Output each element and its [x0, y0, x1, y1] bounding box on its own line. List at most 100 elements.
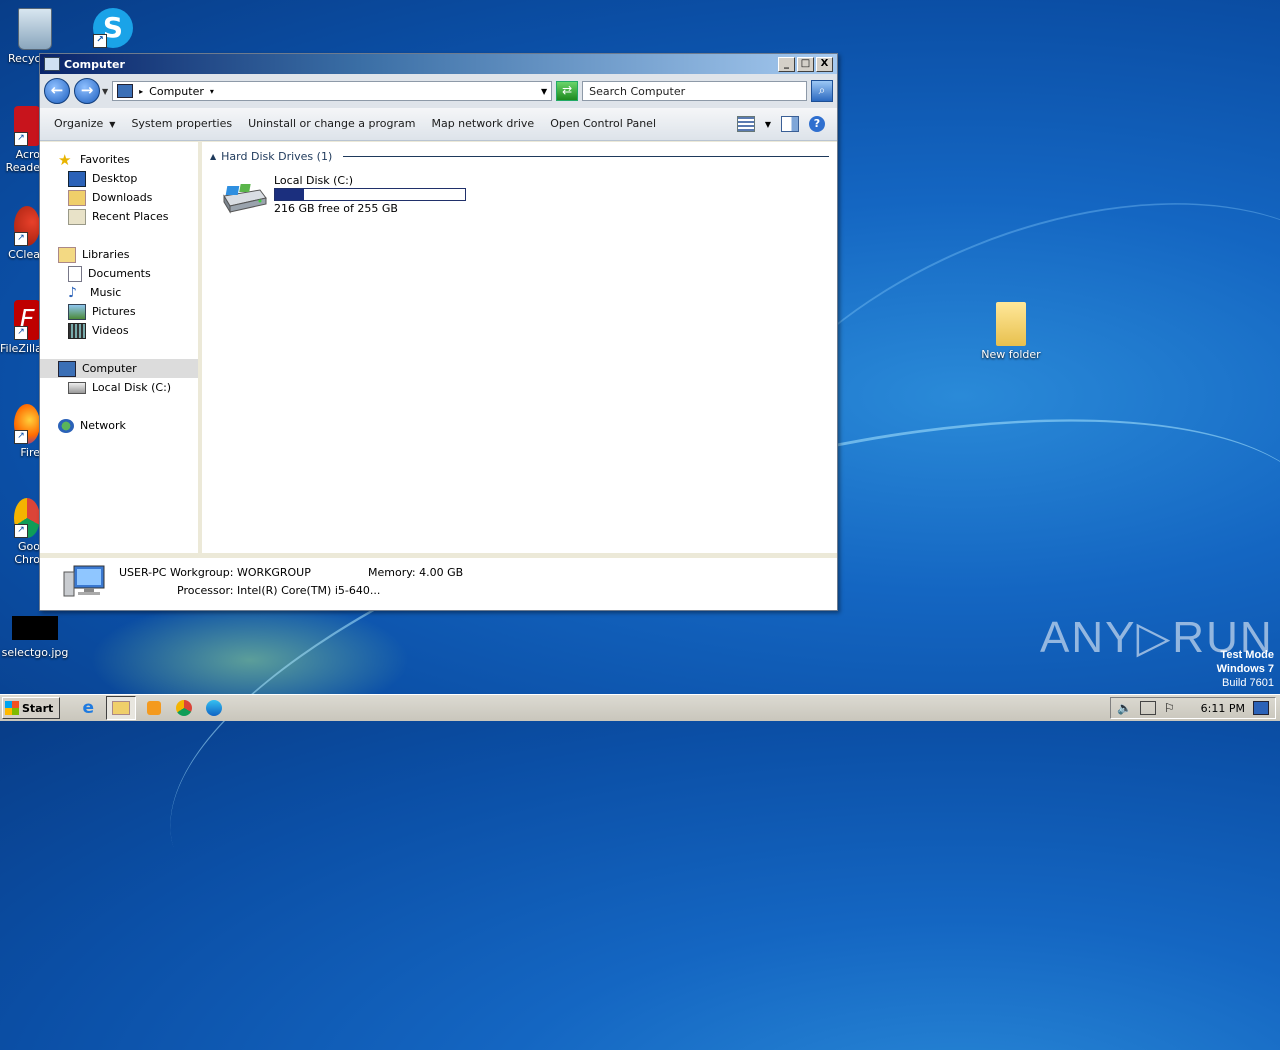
desktop-icon-acrobat[interactable]: ↗ Acro Reade [0, 106, 40, 174]
shortcut-arrow-icon: ↗ [14, 132, 28, 146]
desktop-icon-filezilla[interactable]: F ↗ FileZilla [0, 300, 42, 355]
nav-pictures[interactable]: Pictures [40, 302, 198, 321]
help-icon[interactable]: ? [809, 116, 825, 132]
documents-icon [68, 265, 82, 282]
breadcrumb-chevron-icon[interactable]: ▾ [210, 87, 214, 96]
taskbar: Start e 🔈 ⚐ 6:11 PM [0, 694, 1280, 721]
search-icon[interactable]: ⌕ [811, 80, 833, 102]
clock[interactable]: 6:11 PM [1183, 702, 1245, 715]
drive-name: Local Disk (C:) [274, 174, 354, 187]
drive-item-local-disk[interactable]: Local Disk (C:) 216 GB free of 255 GB [220, 174, 466, 216]
computer-icon [44, 57, 60, 71]
recycle-bin-icon [18, 8, 52, 50]
close-button[interactable]: X [816, 56, 833, 72]
test-mode-label: Test Mode [1220, 649, 1274, 661]
nav-local-disk[interactable]: Local Disk (C:) [40, 378, 198, 397]
maximize-button[interactable]: □ [797, 56, 814, 72]
back-button[interactable]: ← [44, 78, 70, 104]
content-pane: ▲ Hard Disk Drives (1) Local Disk (C:) 2… [202, 142, 837, 553]
videos-icon [68, 322, 86, 339]
memory-info: Memory: 4.00 GB [368, 566, 464, 579]
nav-music[interactable]: ♪ Music [40, 283, 198, 302]
breadcrumb-computer[interactable]: Computer [149, 85, 204, 98]
search-input[interactable]: Search Computer [582, 81, 807, 101]
group-header-hard-disk-drives[interactable]: ▲ Hard Disk Drives (1) [210, 150, 829, 163]
address-bar[interactable]: ▸ Computer ▾ ▼ [112, 81, 553, 101]
drive-free-space: 216 GB free of 255 GB [274, 202, 398, 215]
view-options-chevron-icon[interactable]: ▼ [765, 120, 771, 129]
image-file-icon [12, 616, 58, 640]
nav-recent-places[interactable]: Recent Places [40, 207, 198, 226]
network-status-icon[interactable] [1139, 701, 1156, 715]
minimize-button[interactable]: _ [778, 56, 795, 72]
nav-favorites[interactable]: ★ Favorites [40, 150, 198, 169]
map-network-drive-button[interactable]: Map network drive [423, 108, 542, 140]
breadcrumb-chevron-icon[interactable]: ▸ [139, 87, 143, 96]
recent-pages-chevron-icon[interactable]: ▼ [102, 87, 108, 96]
skype-icon: S ↗ [93, 8, 133, 48]
os-label: Windows 7 [1216, 663, 1274, 675]
taskbar-media-player-icon[interactable] [142, 697, 166, 719]
desktop-icon-ccleaner[interactable]: ↗ CClea [0, 206, 40, 261]
nav-libraries[interactable]: Libraries [40, 245, 198, 264]
test-mode-notice: Test Mode Windows 7 Build 7601 [1217, 648, 1274, 690]
address-dropdown-icon[interactable]: ▼ [541, 87, 547, 96]
desktop-icon-selectgo[interactable]: selectgo.jpg [0, 616, 70, 659]
shortcut-arrow-icon: ↗ [93, 34, 107, 48]
collapse-chevron-icon[interactable]: ▲ [210, 152, 216, 161]
hard-drive-icon [220, 182, 268, 216]
desktop-icon-new-folder[interactable]: New folder [976, 302, 1046, 361]
recent-places-icon [68, 208, 86, 225]
address-row: ← → ▼ ▸ Computer ▾ ▼ ⇄ Search Computer ⌕ [40, 74, 837, 108]
desktop-icon-firefox[interactable]: ↗ Fire [0, 404, 40, 459]
change-view-icon[interactable] [736, 116, 755, 132]
drive-usage-bar [274, 188, 466, 201]
computer-icon [58, 360, 76, 377]
taskbar-explorer-icon[interactable] [106, 696, 137, 720]
preview-pane-icon[interactable] [781, 116, 799, 132]
forward-button[interactable]: → [74, 78, 100, 104]
taskbar-chrome-icon[interactable] [172, 697, 196, 719]
nav-network[interactable]: Network [40, 416, 198, 435]
firefox-icon: ↗ [14, 404, 40, 444]
libraries-icon [58, 246, 76, 263]
build-label: Build 7601 [1222, 677, 1274, 689]
nav-desktop[interactable]: Desktop [40, 169, 198, 188]
explorer-window: Computer _ □ X ← → ▼ ▸ Computer ▾ ▼ ⇄ Se… [39, 53, 838, 611]
system-properties-button[interactable]: System properties [123, 108, 240, 140]
shortcut-arrow-icon: ↗ [14, 430, 28, 444]
desktop-icon-chrome[interactable]: ↗ Goo Chro [0, 498, 40, 566]
processor-info: Processor: Intel(R) Core(TM) i5-640... [177, 584, 381, 597]
volume-icon[interactable]: 🔈 [1117, 701, 1132, 715]
uninstall-program-button[interactable]: Uninstall or change a program [240, 108, 423, 140]
shortcut-arrow-icon: ↗ [14, 326, 28, 340]
refresh-button[interactable]: ⇄ [556, 81, 579, 101]
start-button[interactable]: Start [2, 697, 61, 719]
taskbar-internet-explorer-icon[interactable]: e [76, 697, 100, 719]
acrobat-icon: ↗ [14, 106, 40, 146]
system-tray: 🔈 ⚐ 6:11 PM [1109, 697, 1276, 719]
desktop-icon-skype[interactable]: S ↗ [78, 8, 148, 50]
nav-videos[interactable]: Videos [40, 321, 198, 340]
navigation-pane: ★ Favorites Desktop Downloads Recent Pla… [40, 142, 202, 553]
windows-logo-icon [5, 701, 19, 715]
computer-icon [117, 84, 134, 98]
nav-documents[interactable]: Documents [40, 264, 198, 283]
pictures-icon [68, 303, 86, 320]
nav-computer[interactable]: Computer [40, 359, 198, 378]
title-bar[interactable]: Computer _ □ X [40, 54, 837, 74]
filezilla-icon: F ↗ [14, 300, 40, 340]
music-note-icon: ♪ [68, 284, 77, 301]
network-icon [58, 418, 74, 433]
action-center-flag-icon[interactable]: ⚐ [1164, 701, 1175, 715]
organize-button[interactable]: Organize ▼ [46, 108, 123, 141]
shortcut-arrow-icon: ↗ [14, 524, 28, 538]
chevron-down-icon: ▼ [109, 119, 116, 129]
open-control-panel-button[interactable]: Open Control Panel [542, 108, 664, 140]
show-desktop-icon[interactable] [1253, 701, 1269, 715]
nav-downloads[interactable]: Downloads [40, 188, 198, 207]
taskbar-edge-icon[interactable] [202, 697, 226, 719]
folder-icon [996, 302, 1026, 346]
hard-drive-icon [68, 381, 86, 394]
command-bar: Organize ▼ System properties Uninstall or… [40, 108, 837, 141]
